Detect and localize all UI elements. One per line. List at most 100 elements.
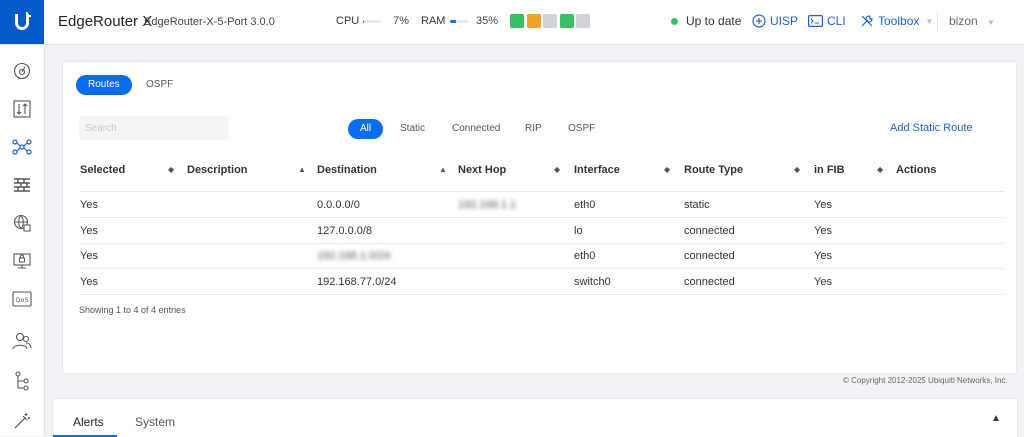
dashboard-icon[interactable]: [11, 60, 33, 82]
cell-interface: lo: [574, 225, 583, 237]
chevron-up-icon[interactable]: ▲: [991, 413, 1001, 424]
users-icon[interactable]: [11, 330, 33, 352]
cell-selected: Yes: [80, 199, 98, 211]
sidebar: QoS: [0, 45, 45, 436]
ram-percent: 35%: [475, 15, 498, 27]
entries-info: Showing 1 to 4 of 4 entries: [79, 305, 186, 315]
routing-icon[interactable]: [11, 98, 33, 120]
plus-circle-icon: [752, 14, 766, 28]
ram-label: RAM: [421, 15, 446, 27]
cell-selected: Yes: [80, 250, 98, 262]
filter-rip[interactable]: RIP: [513, 119, 554, 139]
sort-asc-icon[interactable]: ▲: [298, 165, 306, 174]
port-status-square[interactable]: [543, 14, 557, 28]
cell-destination: 127.0.0.0/8: [317, 225, 373, 237]
add-static-route-button[interactable]: Add Static Route: [890, 122, 973, 134]
wizard-icon[interactable]: [11, 410, 33, 432]
bottom-panel: Alerts System ▲: [52, 398, 1018, 437]
tab-alerts[interactable]: Alerts: [73, 415, 104, 429]
ubiquiti-logo-icon[interactable]: [0, 0, 44, 44]
filter-connected[interactable]: Connected: [440, 119, 512, 139]
cell-in-fib: Yes: [814, 250, 832, 262]
cpu-label: CPU: [336, 15, 360, 27]
sort-both-icon[interactable]: ◆: [794, 165, 800, 174]
cell-selected: Yes: [80, 225, 98, 237]
cell-route-type: static: [684, 199, 710, 211]
cell-interface: eth0: [574, 199, 596, 211]
sort-both-icon[interactable]: ◆: [554, 165, 560, 174]
column-description[interactable]: Description: [187, 164, 248, 176]
sort-asc-icon[interactable]: ▲: [439, 165, 447, 174]
column-actions: Actions: [896, 164, 937, 176]
qos-icon[interactable]: QoS: [11, 288, 33, 310]
ram-meter: [450, 20, 468, 23]
svg-text:QoS: QoS: [15, 296, 28, 304]
copyright-text: © Copyright 2012-2025 Ubiquiti Networks,…: [843, 376, 1008, 385]
column-interface[interactable]: Interface: [574, 164, 620, 176]
sort-both-icon[interactable]: ◆: [664, 165, 670, 174]
column-route-type[interactable]: Route Type: [684, 164, 743, 176]
cell-interface: eth0: [574, 250, 596, 262]
network-icon[interactable]: [11, 136, 33, 158]
sort-both-icon[interactable]: ◆: [168, 165, 174, 174]
table-divider: [79, 191, 1005, 192]
cli-label: CLI: [827, 14, 846, 28]
row-divider: [79, 268, 1005, 269]
user-caret-icon: ▼: [987, 18, 995, 27]
search-input[interactable]: [79, 116, 229, 140]
firmware-status: Up to date: [671, 14, 741, 28]
cell-in-fib: Yes: [814, 276, 832, 288]
column-selected[interactable]: Selected: [80, 164, 125, 176]
top-bar: EdgeRouter X EdgeRouter-X-5-Port 3.0.0 C…: [0, 0, 1024, 45]
cell-route-type: connected: [684, 225, 735, 237]
cell-destination: 192.168.77.0/24: [317, 276, 397, 288]
header-divider: [937, 12, 938, 32]
cpu-percent: 7%: [393, 15, 409, 27]
port-status-square[interactable]: [559, 14, 574, 28]
row-divider: [79, 217, 1005, 218]
ram-meter-fill: [450, 20, 457, 23]
cpu-meter-fill: [363, 20, 365, 23]
cell-destination: 0.0.0.0/0: [317, 199, 360, 211]
user-menu[interactable]: bizon ▼: [949, 14, 995, 28]
cell-route-type: connected: [684, 250, 735, 262]
cell-in-fib: Yes: [814, 225, 832, 237]
toolbox-label: Toolbox: [878, 14, 920, 28]
toolbox-button[interactable]: Toolbox ▼: [860, 14, 933, 28]
routes-panel: Routes OSPF All Static Connected RIP OSP…: [62, 61, 1017, 374]
cell-next-hop: 192.168.1.1: [458, 199, 517, 211]
tools-icon: [861, 15, 873, 27]
toolbox-caret-icon: ▼: [925, 16, 934, 26]
sort-both-icon[interactable]: ◆: [877, 165, 883, 174]
cell-in-fib: Yes: [814, 199, 832, 211]
cell-route-type: connected: [684, 276, 735, 288]
vpn-icon[interactable]: [11, 250, 33, 272]
topology-icon[interactable]: [11, 370, 33, 392]
column-next-hop[interactable]: Next Hop: [458, 164, 506, 176]
row-divider: [79, 294, 1005, 295]
row-divider: [79, 243, 1005, 244]
port-status-square[interactable]: [510, 14, 524, 28]
product-name: EdgeRouter X: [58, 13, 153, 30]
firmware-status-text: Up to date: [686, 14, 742, 28]
cell-destination: 192.168.1.0/24: [317, 250, 391, 262]
tab-routes[interactable]: Routes: [76, 75, 132, 95]
cell-selected: Yes: [80, 276, 98, 288]
uisp-button[interactable]: UISP: [752, 14, 798, 28]
column-destination[interactable]: Destination: [317, 164, 377, 176]
services-icon[interactable]: [11, 212, 33, 234]
filter-static[interactable]: Static: [388, 119, 437, 139]
firewall-icon[interactable]: [11, 174, 33, 196]
cli-button[interactable]: CLI: [808, 14, 846, 28]
uisp-label: UISP: [770, 14, 799, 28]
port-status-square[interactable]: [576, 14, 590, 28]
user-name: bizon: [949, 14, 978, 28]
tab-ospf[interactable]: OSPF: [134, 75, 185, 95]
port-status-square[interactable]: [526, 14, 541, 28]
column-in-fib[interactable]: in FIB: [814, 164, 845, 176]
filter-all[interactable]: All: [348, 119, 384, 139]
terminal-icon: [808, 15, 823, 27]
status-dot-icon: [671, 17, 678, 25]
filter-ospf[interactable]: OSPF: [556, 119, 607, 139]
tab-system[interactable]: System: [135, 415, 175, 429]
